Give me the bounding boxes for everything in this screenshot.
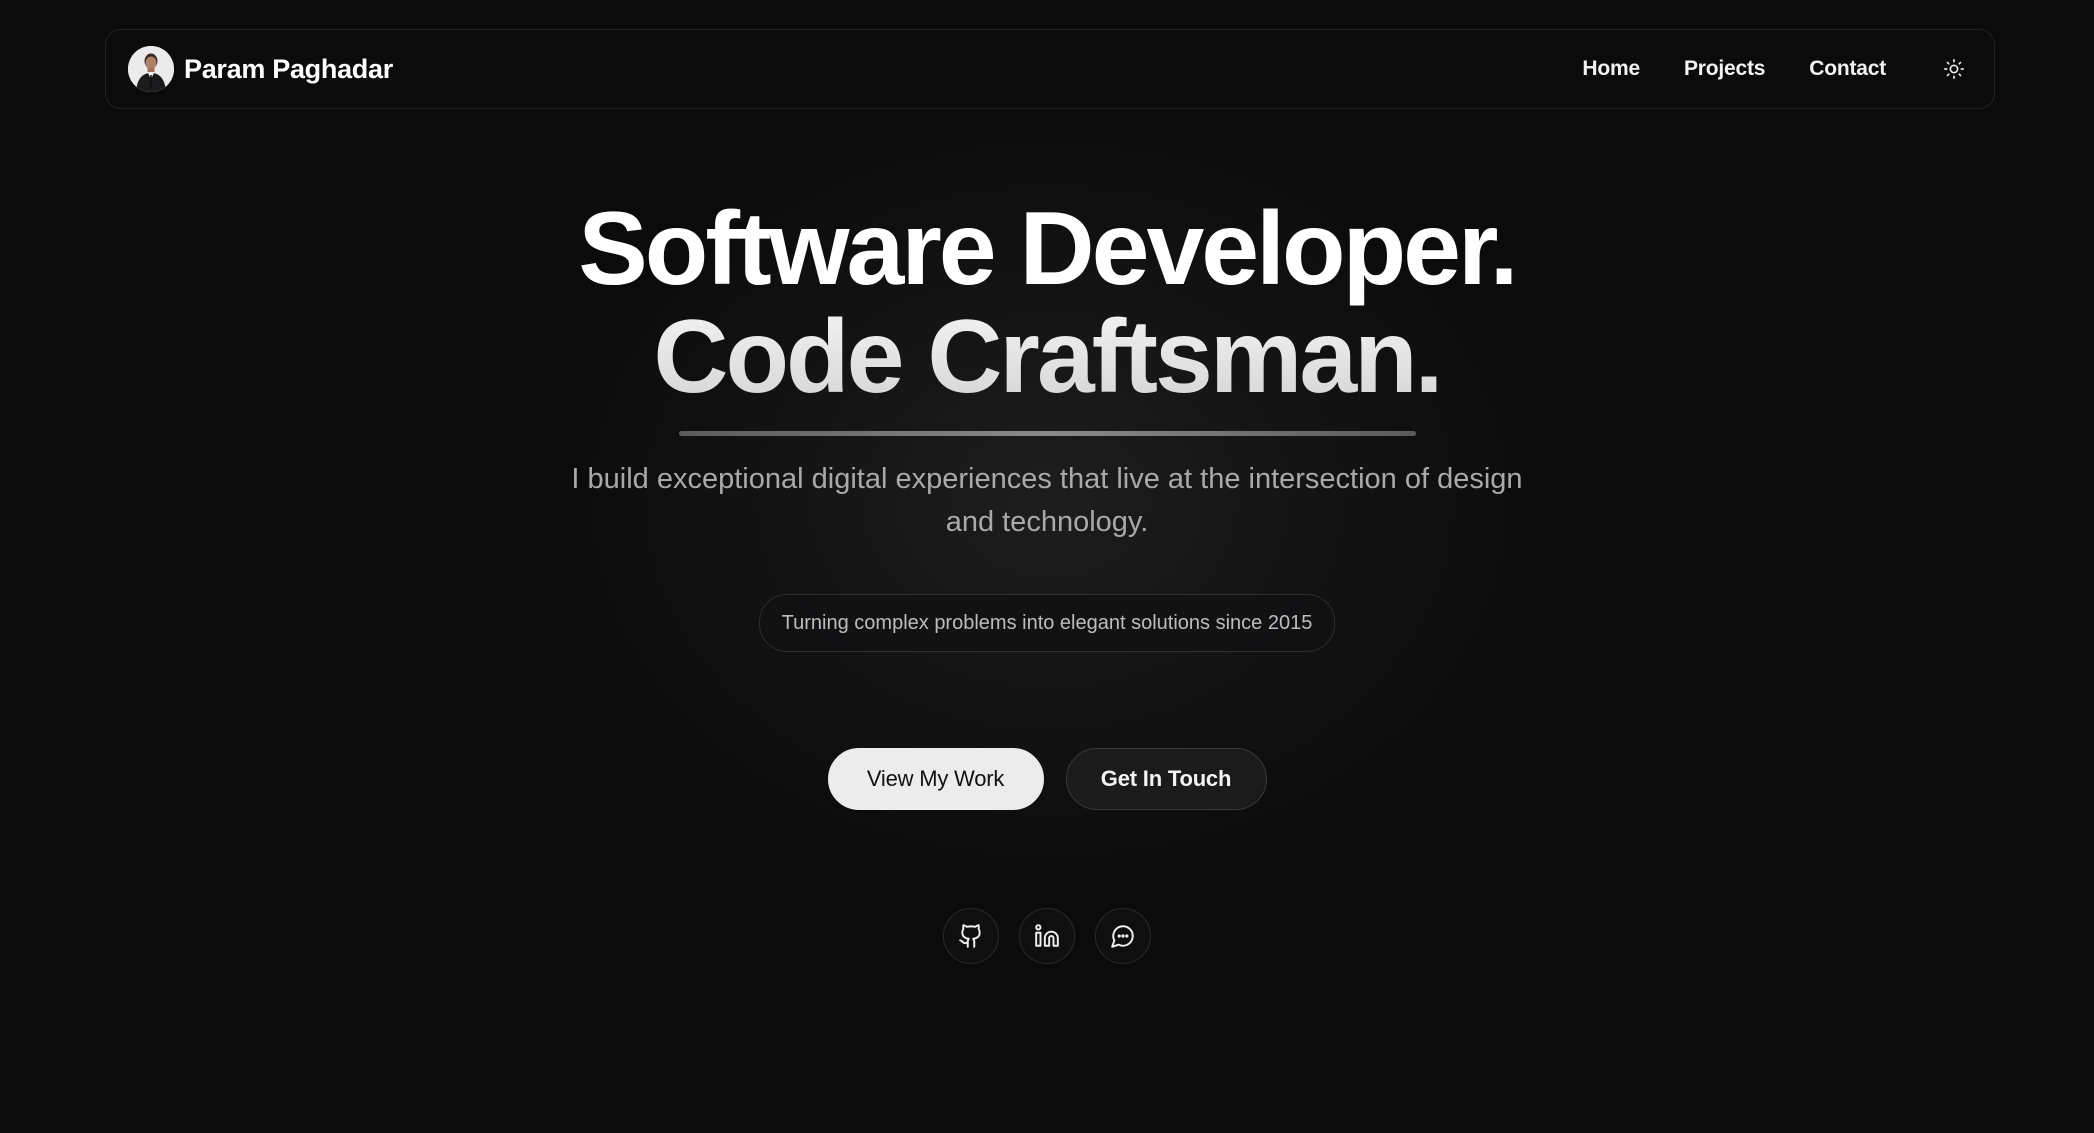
cta-buttons: View My Work Get In Touch [0, 748, 2094, 810]
brand-name: Param Paghadar [184, 53, 393, 84]
linkedin-icon [1035, 924, 1059, 947]
hero-headline: Software Developer. Code Craftsman. [0, 195, 2094, 411]
brand-link[interactable]: Param Paghadar [128, 46, 393, 92]
nav-link-projects[interactable]: Projects [1684, 57, 1765, 81]
page: Param Paghadar Home Projects Contact Sof… [0, 0, 2094, 1133]
avatar-icon [128, 46, 174, 92]
message-icon [1111, 925, 1134, 948]
message-link[interactable] [1095, 908, 1151, 964]
sun-icon [1944, 59, 1964, 79]
github-link[interactable] [943, 908, 999, 964]
tagline-badge: Turning complex problems into elegant so… [758, 594, 1336, 652]
github-icon [959, 924, 981, 948]
hero-section: Software Developer. Code Craftsman. I bu… [0, 195, 2094, 964]
headline-line-2: Code Craftsman. [653, 299, 1443, 415]
navbar: Param Paghadar Home Projects Contact [105, 29, 1995, 109]
hero-subtitle: I build exceptional digital experiences … [571, 463, 1523, 538]
social-links [0, 908, 2094, 964]
headline-underline [678, 431, 1416, 436]
avatar [128, 46, 174, 92]
view-my-work-button[interactable]: View My Work [827, 748, 1044, 810]
nav-link-home[interactable]: Home [1582, 57, 1640, 81]
linkedin-link[interactable] [1019, 908, 1075, 964]
get-in-touch-button[interactable]: Get In Touch [1065, 748, 1267, 810]
theme-toggle-button[interactable] [1936, 51, 1972, 87]
nav-link-contact[interactable]: Contact [1809, 57, 1886, 81]
headline-line-1: Software Developer. [578, 191, 1518, 307]
nav-menu: Home Projects Contact [1582, 51, 1972, 87]
